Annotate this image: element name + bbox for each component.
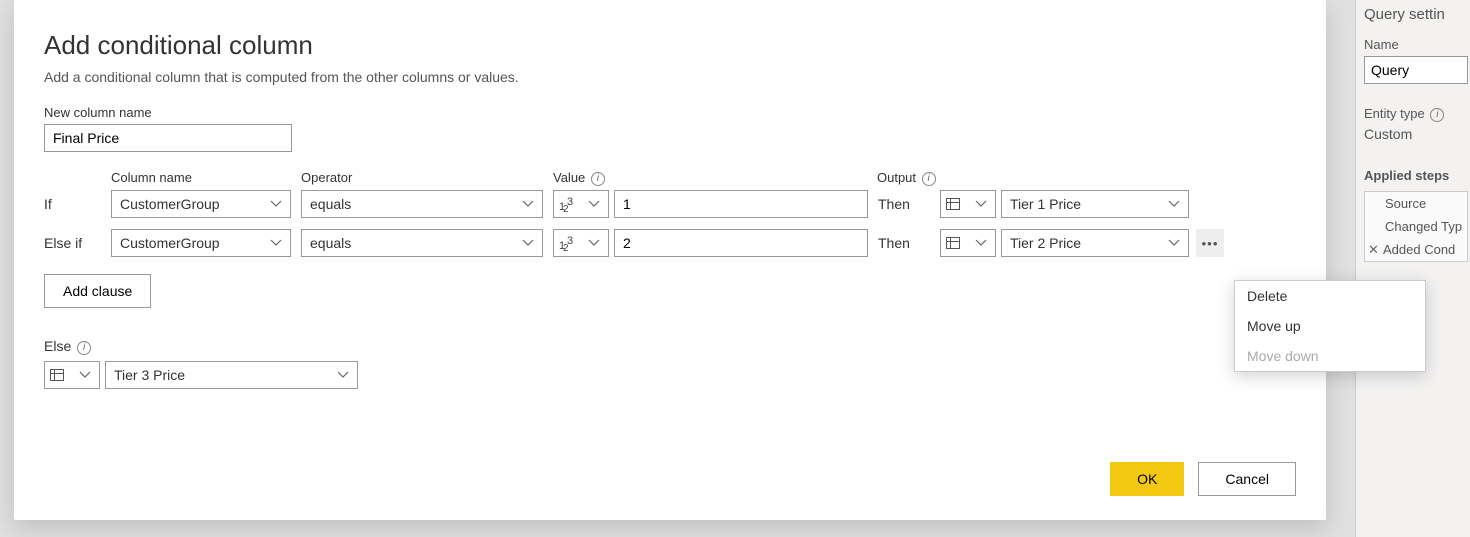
ellipsis-icon: ••• <box>1202 236 1219 251</box>
menu-item-delete[interactable]: Delete <box>1235 281 1425 311</box>
chevron-down-icon <box>337 367 349 383</box>
output-select[interactable]: Tier 1 Price <box>1001 190 1189 218</box>
else-label: Else <box>44 338 1296 355</box>
value-type-select[interactable]: 2 <box>553 190 609 218</box>
chevron-down-icon <box>1168 235 1180 251</box>
info-icon[interactable] <box>1430 108 1444 122</box>
column-type-icon <box>946 198 960 210</box>
clause-row: Else if CustomerGroup equals 2 Then Tier… <box>44 229 1296 257</box>
entity-type-value: Custom <box>1364 126 1470 142</box>
value-input[interactable] <box>614 190 868 218</box>
column-type-icon <box>50 369 64 381</box>
delete-step-icon[interactable]: ✕ <box>1368 242 1379 258</box>
chevron-down-icon <box>79 367 91 383</box>
chevron-down-icon <box>588 196 600 212</box>
menu-item-move-down: Move down <box>1235 341 1425 371</box>
clause-context-menu: Delete Move up Move down <box>1234 280 1426 372</box>
info-icon[interactable] <box>591 172 605 186</box>
chevron-down-icon <box>522 235 534 251</box>
applied-steps-label: Applied steps <box>1364 168 1470 183</box>
operator-select[interactable]: equals <box>301 229 543 257</box>
then-label: Then <box>878 196 940 212</box>
header-column-name: Column name <box>111 170 301 186</box>
add-clause-button[interactable]: Add clause <box>44 274 151 308</box>
dialog-title: Add conditional column <box>44 30 1296 61</box>
clause-prefix: Else if <box>44 235 111 252</box>
info-icon[interactable] <box>77 341 91 355</box>
clause-headers: Column name Operator Value Output <box>111 170 1296 190</box>
chevron-down-icon <box>588 235 600 251</box>
step-item[interactable]: Source <box>1365 192 1467 215</box>
else-type-select[interactable] <box>44 361 100 389</box>
cancel-button[interactable]: Cancel <box>1198 462 1296 496</box>
clause-row: If CustomerGroup equals 2 Then Tier 1 Pr… <box>44 190 1296 218</box>
column-type-icon <box>946 237 960 249</box>
query-name-input[interactable] <box>1364 56 1468 84</box>
else-output-select[interactable]: Tier 3 Price <box>105 361 358 389</box>
chevron-down-icon <box>270 235 282 251</box>
name-label: Name <box>1364 37 1470 52</box>
chevron-down-icon <box>522 196 534 212</box>
step-item[interactable]: ✕Added Cond <box>1365 238 1467 261</box>
chevron-down-icon <box>975 235 987 251</box>
else-section: Else Tier 3 Price <box>44 338 1296 389</box>
query-settings-panel: Query settin Name Entity type Custom App… <box>1355 0 1470 537</box>
output-type-select[interactable] <box>940 190 996 218</box>
info-icon[interactable] <box>922 172 936 186</box>
output-select[interactable]: Tier 2 Price <box>1001 229 1189 257</box>
chevron-down-icon <box>975 196 987 212</box>
ok-button[interactable]: OK <box>1110 462 1184 496</box>
dialog-description: Add a conditional column that is compute… <box>44 69 1296 85</box>
add-conditional-column-dialog: Add conditional column Add a conditional… <box>14 0 1326 520</box>
applied-steps-list: Source Changed Typ ✕Added Cond <box>1364 191 1468 262</box>
dialog-footer: OK Cancel <box>1110 462 1296 496</box>
menu-item-move-up[interactable]: Move up <box>1235 311 1425 341</box>
panel-title: Query settin <box>1364 6 1470 23</box>
new-column-name-label: New column name <box>44 105 1296 120</box>
clause-menu-button[interactable]: ••• <box>1196 229 1224 257</box>
clause-prefix: If <box>44 196 111 213</box>
new-column-name-input[interactable] <box>44 124 292 152</box>
column-select[interactable]: CustomerGroup <box>111 190 291 218</box>
operator-select[interactable]: equals <box>301 190 543 218</box>
column-select[interactable]: CustomerGroup <box>111 229 291 257</box>
header-value: Value <box>553 170 877 186</box>
entity-type-label: Entity type <box>1364 106 1470 122</box>
then-label: Then <box>878 235 940 251</box>
header-output: Output <box>877 170 1135 186</box>
value-type-select[interactable]: 2 <box>553 229 609 257</box>
header-operator: Operator <box>301 170 553 186</box>
step-item[interactable]: Changed Typ <box>1365 215 1467 238</box>
chevron-down-icon <box>270 196 282 212</box>
output-type-select[interactable] <box>940 229 996 257</box>
value-input[interactable] <box>614 229 868 257</box>
chevron-down-icon <box>1168 196 1180 212</box>
